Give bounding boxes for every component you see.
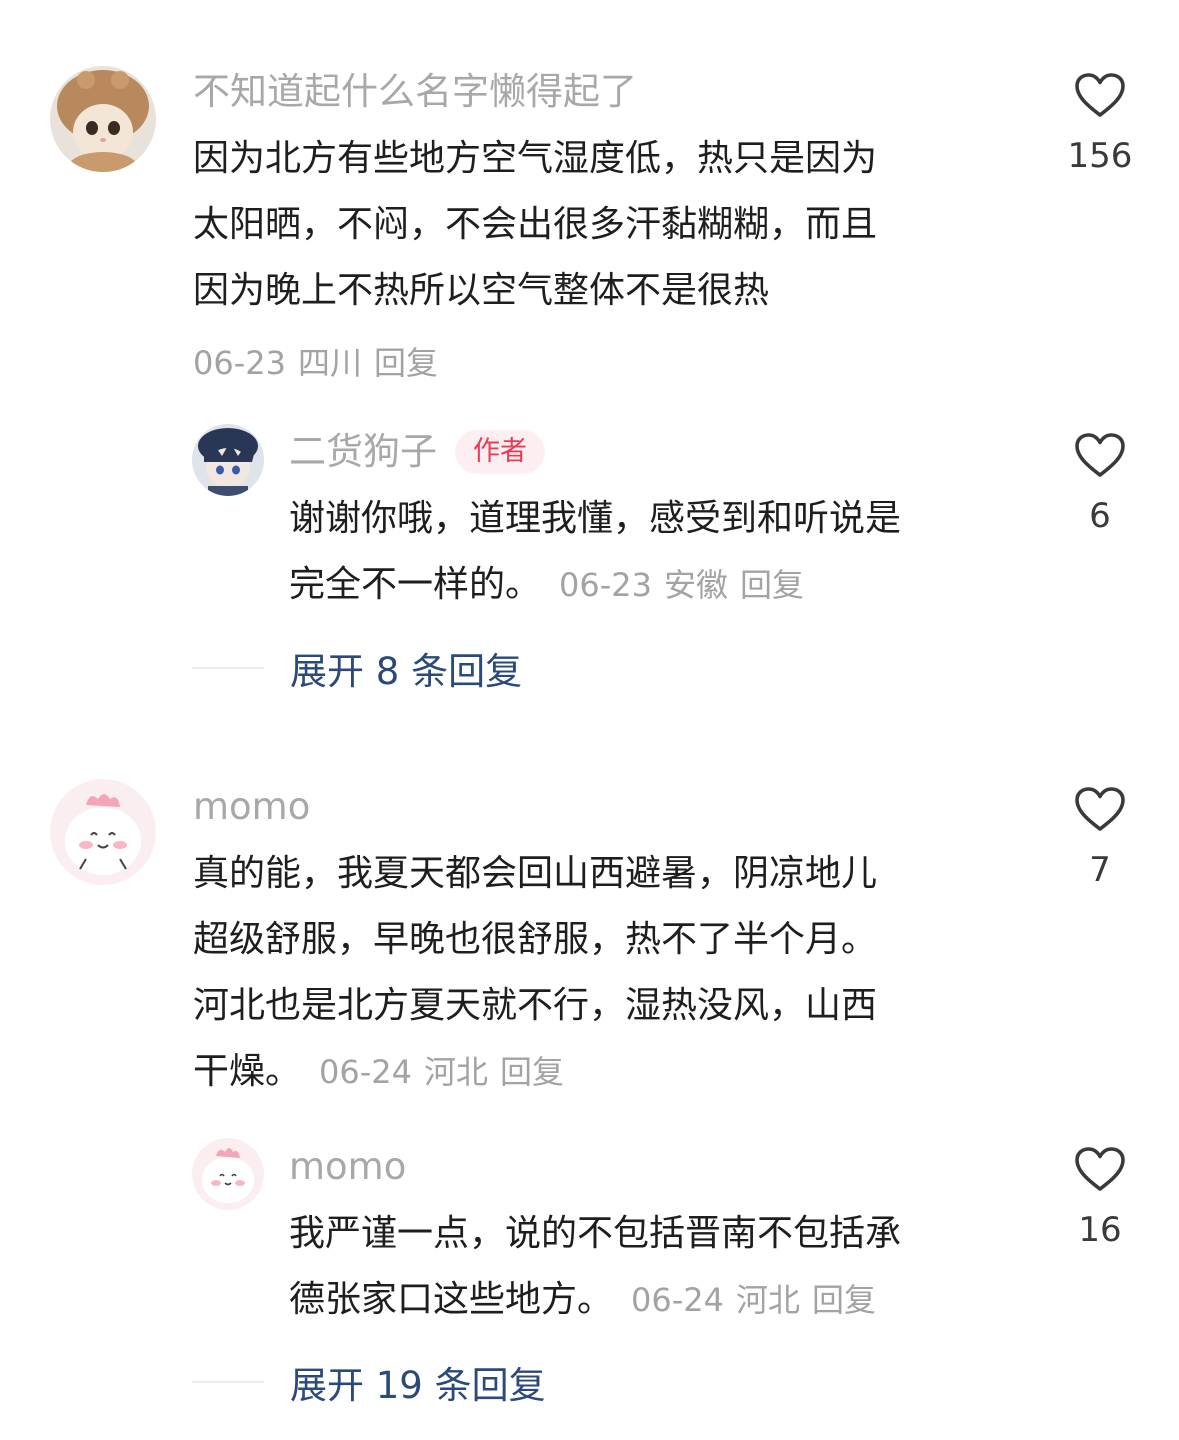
reply-username[interactable]: 二货狗子 作者 — [289, 428, 1019, 476]
heart-outline-icon — [1075, 1147, 1125, 1191]
doll-avatar-icon[interactable] — [192, 424, 264, 496]
expand-divider — [192, 1381, 264, 1383]
reply-text-last-segment: 德张家口这些地方。 — [289, 1279, 614, 1320]
comment-location: 四川 — [297, 344, 362, 382]
reply-date: 06-23 — [559, 566, 652, 604]
reply-button[interactable]: 回复 — [740, 566, 804, 604]
reply-text-line: 德张家口这些地方。 06-24 河北 回复 — [289, 1267, 1019, 1333]
comment-text-last-segment: 干燥。 — [193, 1051, 302, 1092]
reply-text: 谢谢你哦，道理我懂，感受到和听说是 完全不一样的。 06-23 安徽 回复 — [289, 486, 1019, 618]
reply-button[interactable]: 回复 — [500, 1053, 564, 1091]
expand-replies-button[interactable]: 展开 19 条回复 — [192, 1352, 546, 1412]
reply-location: 安徽 — [664, 566, 729, 604]
comment-meta: 06-24 河北 回复 — [319, 1053, 564, 1091]
heart-outline-icon — [1075, 73, 1125, 117]
like-button[interactable]: 156 — [1060, 72, 1140, 176]
comment-text: 真的能，我夏天都会回山西避暑，阴凉地儿 超级舒服，早晚也很舒服，热不了半个月。 … — [193, 841, 1013, 1105]
heart-outline-icon — [1075, 787, 1125, 831]
comment-text-line: 因为晚上不热所以空气整体不是很热 — [193, 270, 770, 311]
pink-creature-avatar-icon[interactable] — [50, 779, 156, 885]
reply-text-line: 我严谨一点，说的不包括晋南不包括承 — [289, 1213, 902, 1254]
like-button[interactable]: 6 — [1060, 432, 1140, 536]
comment-text-line: 真的能，我夏天都会回山西避暑，阴凉地儿 — [193, 853, 878, 894]
comment-text-line: 超级舒服，早晚也很舒服，热不了半个月。 — [193, 919, 878, 960]
like-count: 6 — [1089, 496, 1111, 536]
comment-username[interactable]: 不知道起什么名字懒得起了 — [193, 68, 1013, 116]
pink-creature-avatar-icon[interactable] — [192, 1138, 264, 1210]
cat-avatar-icon[interactable] — [50, 66, 156, 172]
author-badge: 作者 — [455, 430, 545, 474]
comment-text-line: 河北也是北方夏天就不行，湿热没风，山西 — [193, 985, 878, 1026]
reply-text-last-segment: 完全不一样的。 — [289, 564, 542, 605]
like-button[interactable]: 16 — [1060, 1146, 1140, 1250]
heart-outline-icon — [1075, 433, 1125, 477]
comment-date: 06-23 — [193, 344, 286, 382]
reply-text-line: 完全不一样的。 06-23 安徽 回复 — [289, 552, 1019, 618]
comment-text-line: 太阳晒，不闷，不会出很多汗黏糊糊，而且 — [193, 204, 878, 245]
reply-location: 河北 — [736, 1281, 801, 1319]
like-button[interactable]: 7 — [1060, 786, 1140, 890]
expand-replies-label: 展开 8 条回复 — [290, 650, 523, 693]
reply-text: 我严谨一点，说的不包括晋南不包括承 德张家口这些地方。 06-24 河北 回复 — [289, 1201, 1019, 1333]
reply-button[interactable]: 回复 — [374, 344, 438, 382]
comment-meta: 06-23 四川 回复 — [193, 330, 1013, 396]
reply-button[interactable]: 回复 — [812, 1281, 876, 1319]
reply-username[interactable]: momo — [289, 1143, 1019, 1191]
comment-username[interactable]: momo — [193, 783, 1013, 831]
reply-meta: 06-23 安徽 回复 — [559, 566, 804, 604]
comment-text: 因为北方有些地方空气湿度低，热只是因为 太阳晒，不闷，不会出很多汗黏糊糊，而且 … — [193, 126, 1013, 324]
expand-divider — [192, 667, 264, 669]
expand-replies-button[interactable]: 展开 8 条回复 — [192, 638, 522, 698]
comment-date: 06-24 — [319, 1053, 412, 1091]
reply-text-line: 谢谢你哦，道理我懂，感受到和听说是 — [289, 498, 902, 539]
reply-meta: 06-24 河北 回复 — [631, 1281, 876, 1319]
like-count: 156 — [1067, 136, 1133, 176]
expand-replies-label: 展开 19 条回复 — [290, 1364, 546, 1407]
comment-text-line: 干燥。 06-24 河北 回复 — [193, 1039, 1013, 1105]
like-count: 7 — [1089, 850, 1111, 890]
reply-username-text: 二货狗子 — [289, 430, 437, 473]
comment-text-line: 因为北方有些地方空气湿度低，热只是因为 — [193, 138, 878, 179]
comment-location: 河北 — [424, 1053, 489, 1091]
reply-date: 06-24 — [631, 1281, 724, 1319]
like-count: 16 — [1078, 1210, 1122, 1250]
